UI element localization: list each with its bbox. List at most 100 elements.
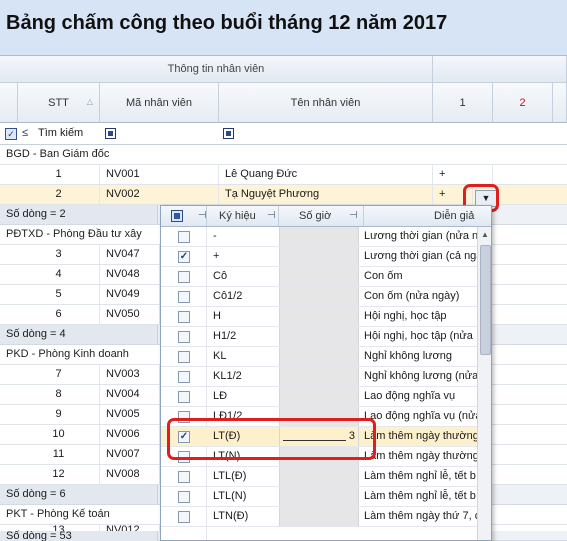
popup-header: ⊣ Ký hiệu ⊣ Số giờ ⊣ Diễn giả (161, 206, 491, 227)
item-code: Cô (213, 270, 228, 282)
popup-scrollbar[interactable]: ▲ (477, 227, 491, 540)
cell-ma-nv: NV002 (100, 185, 219, 204)
item-checkbox[interactable] (178, 351, 190, 363)
item-checkbox[interactable] (178, 511, 190, 523)
title-bar: Bảng chấm công theo buổi tháng 12 năm 20… (0, 0, 567, 56)
item-checkbox[interactable] (178, 491, 190, 503)
item-code: - (213, 230, 217, 242)
col-header-stt-label: STT (48, 96, 69, 109)
cell-ma-nv: NV004 (100, 385, 160, 404)
page-title: Bảng chấm công theo buổi tháng 12 năm 20… (6, 12, 448, 34)
popup-col-dien-giai[interactable]: Diễn giả (364, 206, 491, 226)
item-code: LTL(Đ) (213, 470, 247, 482)
cell-stt: 12 (18, 465, 100, 484)
item-code: KL (213, 350, 227, 362)
cell-stt: 10 (18, 425, 100, 444)
item-checkbox[interactable] (178, 311, 190, 323)
popup-list-item[interactable]: LTN(Đ) Làm thêm ngày thứ 7, c (161, 507, 480, 527)
item-hours-input[interactable] (279, 367, 359, 386)
popup-list-item[interactable]: H1/2 Hội nghị, học tập (nửa (161, 327, 477, 347)
filter-ma-nv-icon[interactable] (105, 128, 116, 139)
item-hours-input[interactable] (279, 267, 359, 286)
col-header-day-3[interactable] (553, 83, 567, 123)
popup-list-item[interactable]: LĐ Lao động nghĩa vụ (161, 387, 477, 407)
item-checkbox[interactable] (178, 291, 190, 303)
row-indicator-header (0, 83, 18, 123)
popup-list-item[interactable]: Cô1/2 Con ốm (nửa ngày) (161, 287, 477, 307)
item-hours-input[interactable] (279, 487, 359, 506)
cell-ma-nv: NV049 (100, 285, 160, 304)
col-header-day-2[interactable]: 2 (493, 83, 553, 123)
item-description: Lương thời gian (nửa ng (364, 230, 485, 242)
item-checkbox[interactable]: ✓ (178, 251, 190, 263)
cell-ten-nv: Tạ Nguyệt Phương (219, 185, 433, 204)
item-code: LĐ (213, 390, 228, 402)
item-hours-input[interactable] (279, 307, 359, 326)
col-header-stt[interactable]: STT △ (18, 83, 100, 123)
item-description: Con ốm (nửa ngày) (364, 290, 460, 302)
group-label: BGD - Ban Giám đốc (6, 148, 110, 160)
group-row[interactable]: BGD - Ban Giám đốc (0, 145, 567, 165)
item-description: Làm thêm nghỉ lễ, tết b (364, 490, 476, 502)
cell-ma-nv: NV006 (100, 425, 160, 444)
item-description: Nghỉ không lương (364, 350, 452, 362)
cell-stt: 8 (18, 385, 100, 404)
group-summary-count: Số dòng = 4 (0, 325, 158, 344)
col-header-ten-nv[interactable]: Tên nhân viên (219, 83, 433, 123)
item-code: KL1/2 (213, 370, 242, 382)
item-hours-input[interactable] (279, 287, 359, 306)
scroll-up-icon[interactable]: ▲ (481, 230, 489, 239)
cell-stt: 2 (18, 185, 100, 204)
highlight-selection-ring (167, 418, 376, 460)
pin-icon[interactable]: ⊣ (267, 206, 276, 226)
pin-icon[interactable]: ⊣ (349, 206, 358, 226)
item-hours-input[interactable] (279, 387, 359, 406)
item-description: Làm thêm ngày thường (364, 430, 479, 442)
popup-list-item[interactable]: LTL(N) Làm thêm nghỉ lễ, tết b (161, 487, 477, 507)
item-hours-input[interactable] (279, 507, 359, 526)
band-employee-info: Thông tin nhân viên (0, 56, 433, 83)
item-hours-input[interactable] (279, 467, 359, 486)
popup-list-item[interactable]: ✓ + Lương thời gian (cả nga (161, 247, 482, 267)
item-description: Hội nghị, học tập (364, 310, 447, 322)
search-label[interactable]: Tìm kiếm (38, 127, 83, 139)
item-description: Nghỉ không lương (nửa (364, 370, 479, 382)
item-code: LTL(N) (213, 490, 247, 502)
cell-ma-nv: NV003 (100, 365, 160, 384)
filter-toggle-icon[interactable]: ✓ (5, 128, 17, 140)
item-checkbox[interactable] (178, 271, 190, 283)
item-checkbox[interactable] (178, 371, 190, 383)
item-checkbox[interactable] (178, 391, 190, 403)
popup-list-item[interactable]: LTL(Đ) Làm thêm nghỉ lễ, tết b (161, 467, 477, 487)
popup-list-item[interactable]: KL1/2 Nghỉ không lương (nửa (161, 367, 479, 387)
item-hours-input[interactable] (279, 247, 359, 266)
table-row[interactable]: 1 NV001 Lê Quang Đức + (0, 165, 567, 185)
grand-summary-count: Số dòng = 53 (0, 531, 158, 541)
item-code: + (213, 250, 220, 262)
popup-list-item[interactable]: - Lương thời gian (nửa ng (161, 227, 484, 247)
cell-stt: 9 (18, 405, 100, 424)
cell-stt: 11 (18, 445, 100, 464)
cell-ma-nv: NV047 (100, 245, 160, 264)
item-checkbox[interactable] (178, 331, 190, 343)
popup-list-item[interactable]: Cô Con ốm (161, 267, 477, 287)
item-hours-input[interactable] (279, 347, 359, 366)
popup-list-item[interactable]: H Hội nghị, học tập (161, 307, 477, 327)
cell-stt: 4 (18, 265, 100, 284)
item-description: Lương thời gian (cả nga (364, 250, 483, 262)
cell-day-1[interactable]: + (433, 165, 493, 184)
filter-ten-nv-icon[interactable] (223, 128, 234, 139)
group-label: PĐTXD - Phòng Đầu tư xây (6, 228, 142, 240)
popup-list-item[interactable]: KL Nghỉ không lương (161, 347, 477, 367)
scroll-thumb[interactable] (480, 245, 491, 355)
item-hours-input[interactable] (279, 327, 359, 346)
item-description: Hội nghị, học tập (nửa (364, 330, 473, 342)
filter-operator[interactable]: ≤ (22, 127, 28, 139)
item-checkbox[interactable] (178, 231, 190, 243)
cell-stt: 1 (18, 165, 100, 184)
item-hours-input[interactable] (279, 227, 359, 246)
cell-ma-nv: NV005 (100, 405, 160, 424)
col-header-ma-nv[interactable]: Mã nhân viên (100, 83, 219, 123)
item-checkbox[interactable] (178, 471, 190, 483)
col-header-day-1[interactable]: 1 (433, 83, 493, 123)
